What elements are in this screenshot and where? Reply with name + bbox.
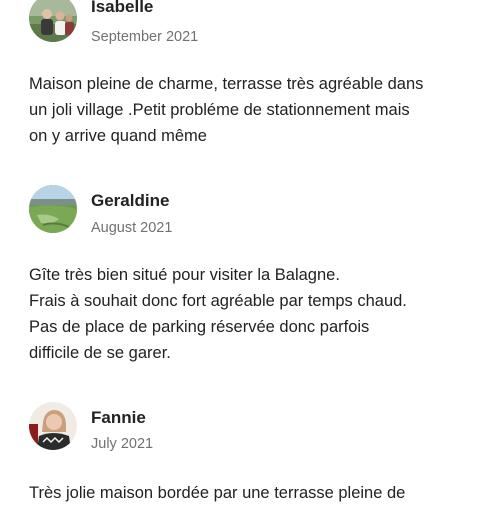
user-photo-icon [29,0,77,42]
review-text-line: Gîte très bien situé pour visiter la Bal… [29,266,340,284]
reviewer-avatar[interactable] [29,402,77,450]
review-text: Très jolie maison bordée par une terrass… [29,480,405,506]
review-text: Gîte très bien situé pour visiter la Bal… [29,262,407,366]
reviewer-name: Isabelle [91,0,154,16]
review-item: Isabelle September 2021 Maison pleine de… [29,0,469,154]
review-text-line: un joli village .Petit probléme de stati… [29,101,410,119]
reviewer-avatar[interactable] [29,0,77,42]
user-photo-icon [29,402,77,450]
review-header: Isabelle September 2021 [29,0,469,45]
review-text-line: Très jolie maison bordée par une terrass… [29,484,406,502]
review-header: Fannie July 2021 [29,402,469,452]
review-date: August 2021 [91,220,173,236]
review-date: July 2021 [91,436,154,452]
landscape-photo-icon [29,185,77,233]
review-text-line: Frais à souhait donc fort agréable par t… [29,292,407,310]
review-text: Maison pleine de charme, terrasse très a… [29,71,423,149]
review-item: Geraldine August 2021 Gîte très bien sit… [29,185,469,375]
reviewer-name: Geraldine [91,191,170,210]
review-text-line: Pas de place de parking réservée donc pa… [29,318,370,336]
review-text-line: difficile de se garer. [29,344,171,362]
review-date: September 2021 [91,29,199,45]
reviewer-avatar[interactable] [29,185,77,233]
review-header: Geraldine August 2021 [29,185,469,236]
review-text-line: on y arrive quand même [29,127,207,145]
review-text-line: Maison pleine de charme, terrasse très a… [29,75,424,93]
review-item: Fannie July 2021 Très jolie maison bordé… [29,402,469,502]
reviewer-name: Fannie [91,408,146,427]
